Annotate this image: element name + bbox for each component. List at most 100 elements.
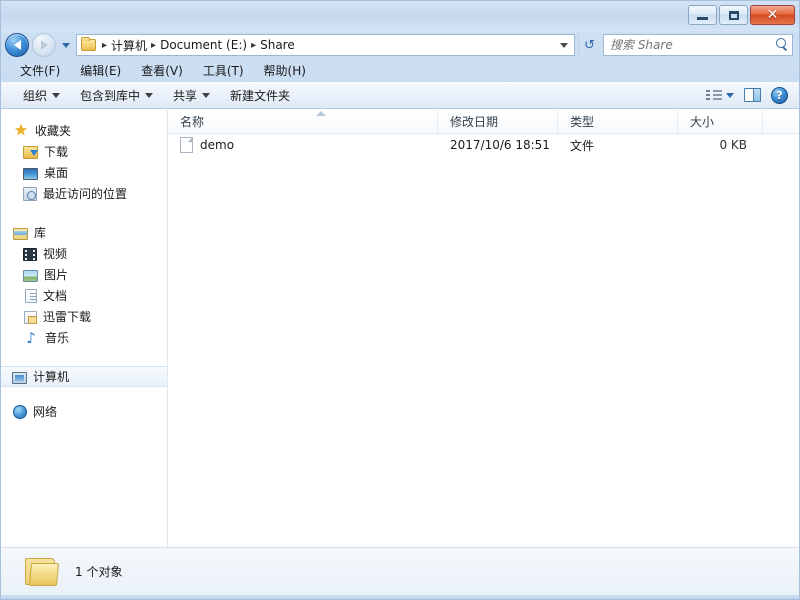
refresh-icon: ↺ <box>584 38 595 53</box>
include-in-library-button[interactable]: 包含到库中 <box>70 84 163 107</box>
history-dropdown-button[interactable] <box>59 34 73 56</box>
organize-label: 组织 <box>23 87 47 104</box>
breadcrumb-separator-2[interactable]: ▸ <box>251 40 256 51</box>
nav-spacer-2 <box>1 352 167 366</box>
sidebar-item-music[interactable]: ♪ 音乐 <box>1 327 167 348</box>
search-icon <box>775 38 789 52</box>
search-input[interactable] <box>610 38 775 52</box>
minimize-button[interactable] <box>688 5 717 25</box>
breadcrumb-separator-1[interactable]: ▸ <box>151 40 156 51</box>
sidebar-item-libraries[interactable]: 库 <box>1 222 167 243</box>
documents-icon <box>25 289 37 303</box>
back-arrow-icon <box>14 40 21 50</box>
window-controls: ✕ <box>688 5 795 25</box>
sidebar-label-recent-places: 最近访问的位置 <box>43 185 127 202</box>
menu-item-tools[interactable]: 工具(T) <box>194 60 253 81</box>
sidebar-item-network[interactable]: 网络 <box>1 401 167 422</box>
window-bottom-edge <box>1 595 799 599</box>
sidebar-item-pictures[interactable]: 图片 <box>1 264 167 285</box>
desktop-monitor-icon <box>23 168 38 180</box>
cell-size: 0 KB <box>678 138 763 152</box>
network-globe-icon <box>13 405 27 419</box>
file-list-pane: 名称 修改日期 类型 大小 demo <box>168 110 799 547</box>
sidebar-item-documents[interactable]: 文档 <box>1 285 167 306</box>
sidebar-label-pictures: 图片 <box>44 266 68 283</box>
pictures-icon <box>23 270 38 282</box>
breadcrumb-item-2[interactable]: Share <box>260 38 295 52</box>
column-header-modified[interactable]: 修改日期 <box>438 110 558 133</box>
file-icon <box>180 137 193 153</box>
sidebar-item-computer[interactable]: 计算机 <box>1 366 167 387</box>
maximize-icon <box>729 11 739 20</box>
close-button[interactable]: ✕ <box>750 5 795 25</box>
sidebar-label-documents: 文档 <box>43 287 67 304</box>
chevron-down-icon <box>145 93 153 98</box>
sidebar-label-music: 音乐 <box>45 329 69 346</box>
close-icon: ✕ <box>767 8 779 22</box>
cell-name: demo <box>168 137 438 153</box>
column-header-size[interactable]: 大小 <box>678 110 763 133</box>
include-in-library-label: 包含到库中 <box>80 87 140 104</box>
computer-icon <box>12 372 27 384</box>
breadcrumb-item-0[interactable]: 计算机 <box>111 37 147 54</box>
sidebar-item-recent-places[interactable]: 最近访问的位置 <box>1 183 167 204</box>
sidebar-label-favorites: 收藏夹 <box>35 122 71 139</box>
search-box[interactable] <box>603 34 793 56</box>
sidebar-item-thunder-download[interactable]: 迅雷下载 <box>1 306 167 327</box>
status-bar: 1 个对象 <box>1 547 799 595</box>
share-label: 共享 <box>173 87 197 104</box>
address-dropdown-button[interactable] <box>556 35 572 55</box>
column-header-modified-label: 修改日期 <box>450 113 498 130</box>
nav-group-favorites: ★ 收藏夹 下载 桌面 最近访问的位置 <box>1 120 167 204</box>
navigation-pane: ★ 收藏夹 下载 桌面 最近访问的位置 <box>1 110 168 547</box>
recent-places-icon <box>23 187 37 201</box>
window-body: ★ 收藏夹 下载 桌面 最近访问的位置 <box>1 109 799 547</box>
thunder-download-icon <box>24 311 37 324</box>
column-header-name[interactable]: 名称 <box>168 110 438 133</box>
maximize-button[interactable] <box>719 5 748 25</box>
back-button[interactable] <box>5 33 29 57</box>
table-row[interactable]: demo 2017/10/6 18:51 文件 0 KB <box>168 134 799 156</box>
preview-pane-button[interactable] <box>739 86 766 104</box>
sidebar-label-computer: 计算机 <box>33 368 69 385</box>
sidebar-item-desktop[interactable]: 桌面 <box>1 162 167 183</box>
sidebar-label-network: 网络 <box>33 403 57 420</box>
explorer-window: ✕ ▸ 计算机 ▸ Document (E:) ▸ Share <box>0 0 800 600</box>
refresh-button[interactable]: ↺ <box>578 34 600 56</box>
menu-bar: 文件(F) 编辑(E) 查看(V) 工具(T) 帮助(H) <box>1 59 799 81</box>
breadcrumb-bar[interactable]: ▸ 计算机 ▸ Document (E:) ▸ Share <box>76 34 575 56</box>
sidebar-label-desktop: 桌面 <box>44 164 68 181</box>
chevron-down-icon <box>52 93 60 98</box>
minimize-icon <box>697 17 708 20</box>
organize-button[interactable]: 组织 <box>13 84 70 107</box>
nav-group-libraries: 库 视频 图片 文档 迅雷下载 <box>1 222 167 348</box>
column-headers: 名称 修改日期 类型 大小 <box>168 110 799 134</box>
forward-button[interactable] <box>32 33 56 57</box>
sidebar-label-videos: 视频 <box>43 245 67 262</box>
breadcrumb-item-1[interactable]: Document (E:) <box>160 38 247 52</box>
sidebar-item-downloads[interactable]: 下载 <box>1 141 167 162</box>
new-folder-button[interactable]: 新建文件夹 <box>220 84 300 107</box>
view-options-icon <box>706 89 722 102</box>
breadcrumb-separator-0[interactable]: ▸ <box>102 40 107 51</box>
menu-item-view[interactable]: 查看(V) <box>132 60 192 81</box>
file-name: demo <box>200 138 234 152</box>
menu-item-edit[interactable]: 编辑(E) <box>71 60 130 81</box>
library-icon <box>13 228 28 240</box>
chevron-down-icon <box>726 93 734 98</box>
sidebar-label-downloads: 下载 <box>44 143 68 160</box>
help-button[interactable]: ? <box>766 85 793 106</box>
help-icon: ? <box>771 87 788 104</box>
column-header-name-label: 名称 <box>180 113 204 130</box>
share-button[interactable]: 共享 <box>163 84 220 107</box>
menu-item-file[interactable]: 文件(F) <box>11 60 69 81</box>
folder-icon <box>81 39 96 51</box>
sidebar-item-videos[interactable]: 视频 <box>1 243 167 264</box>
sidebar-item-favorites[interactable]: ★ 收藏夹 <box>1 120 167 141</box>
title-bar: ✕ <box>1 1 799 31</box>
sidebar-label-thunder-download: 迅雷下载 <box>43 308 91 325</box>
column-header-size-label: 大小 <box>690 113 714 130</box>
column-header-type[interactable]: 类型 <box>558 110 678 133</box>
change-view-button[interactable] <box>701 87 739 104</box>
menu-item-help[interactable]: 帮助(H) <box>255 60 315 81</box>
